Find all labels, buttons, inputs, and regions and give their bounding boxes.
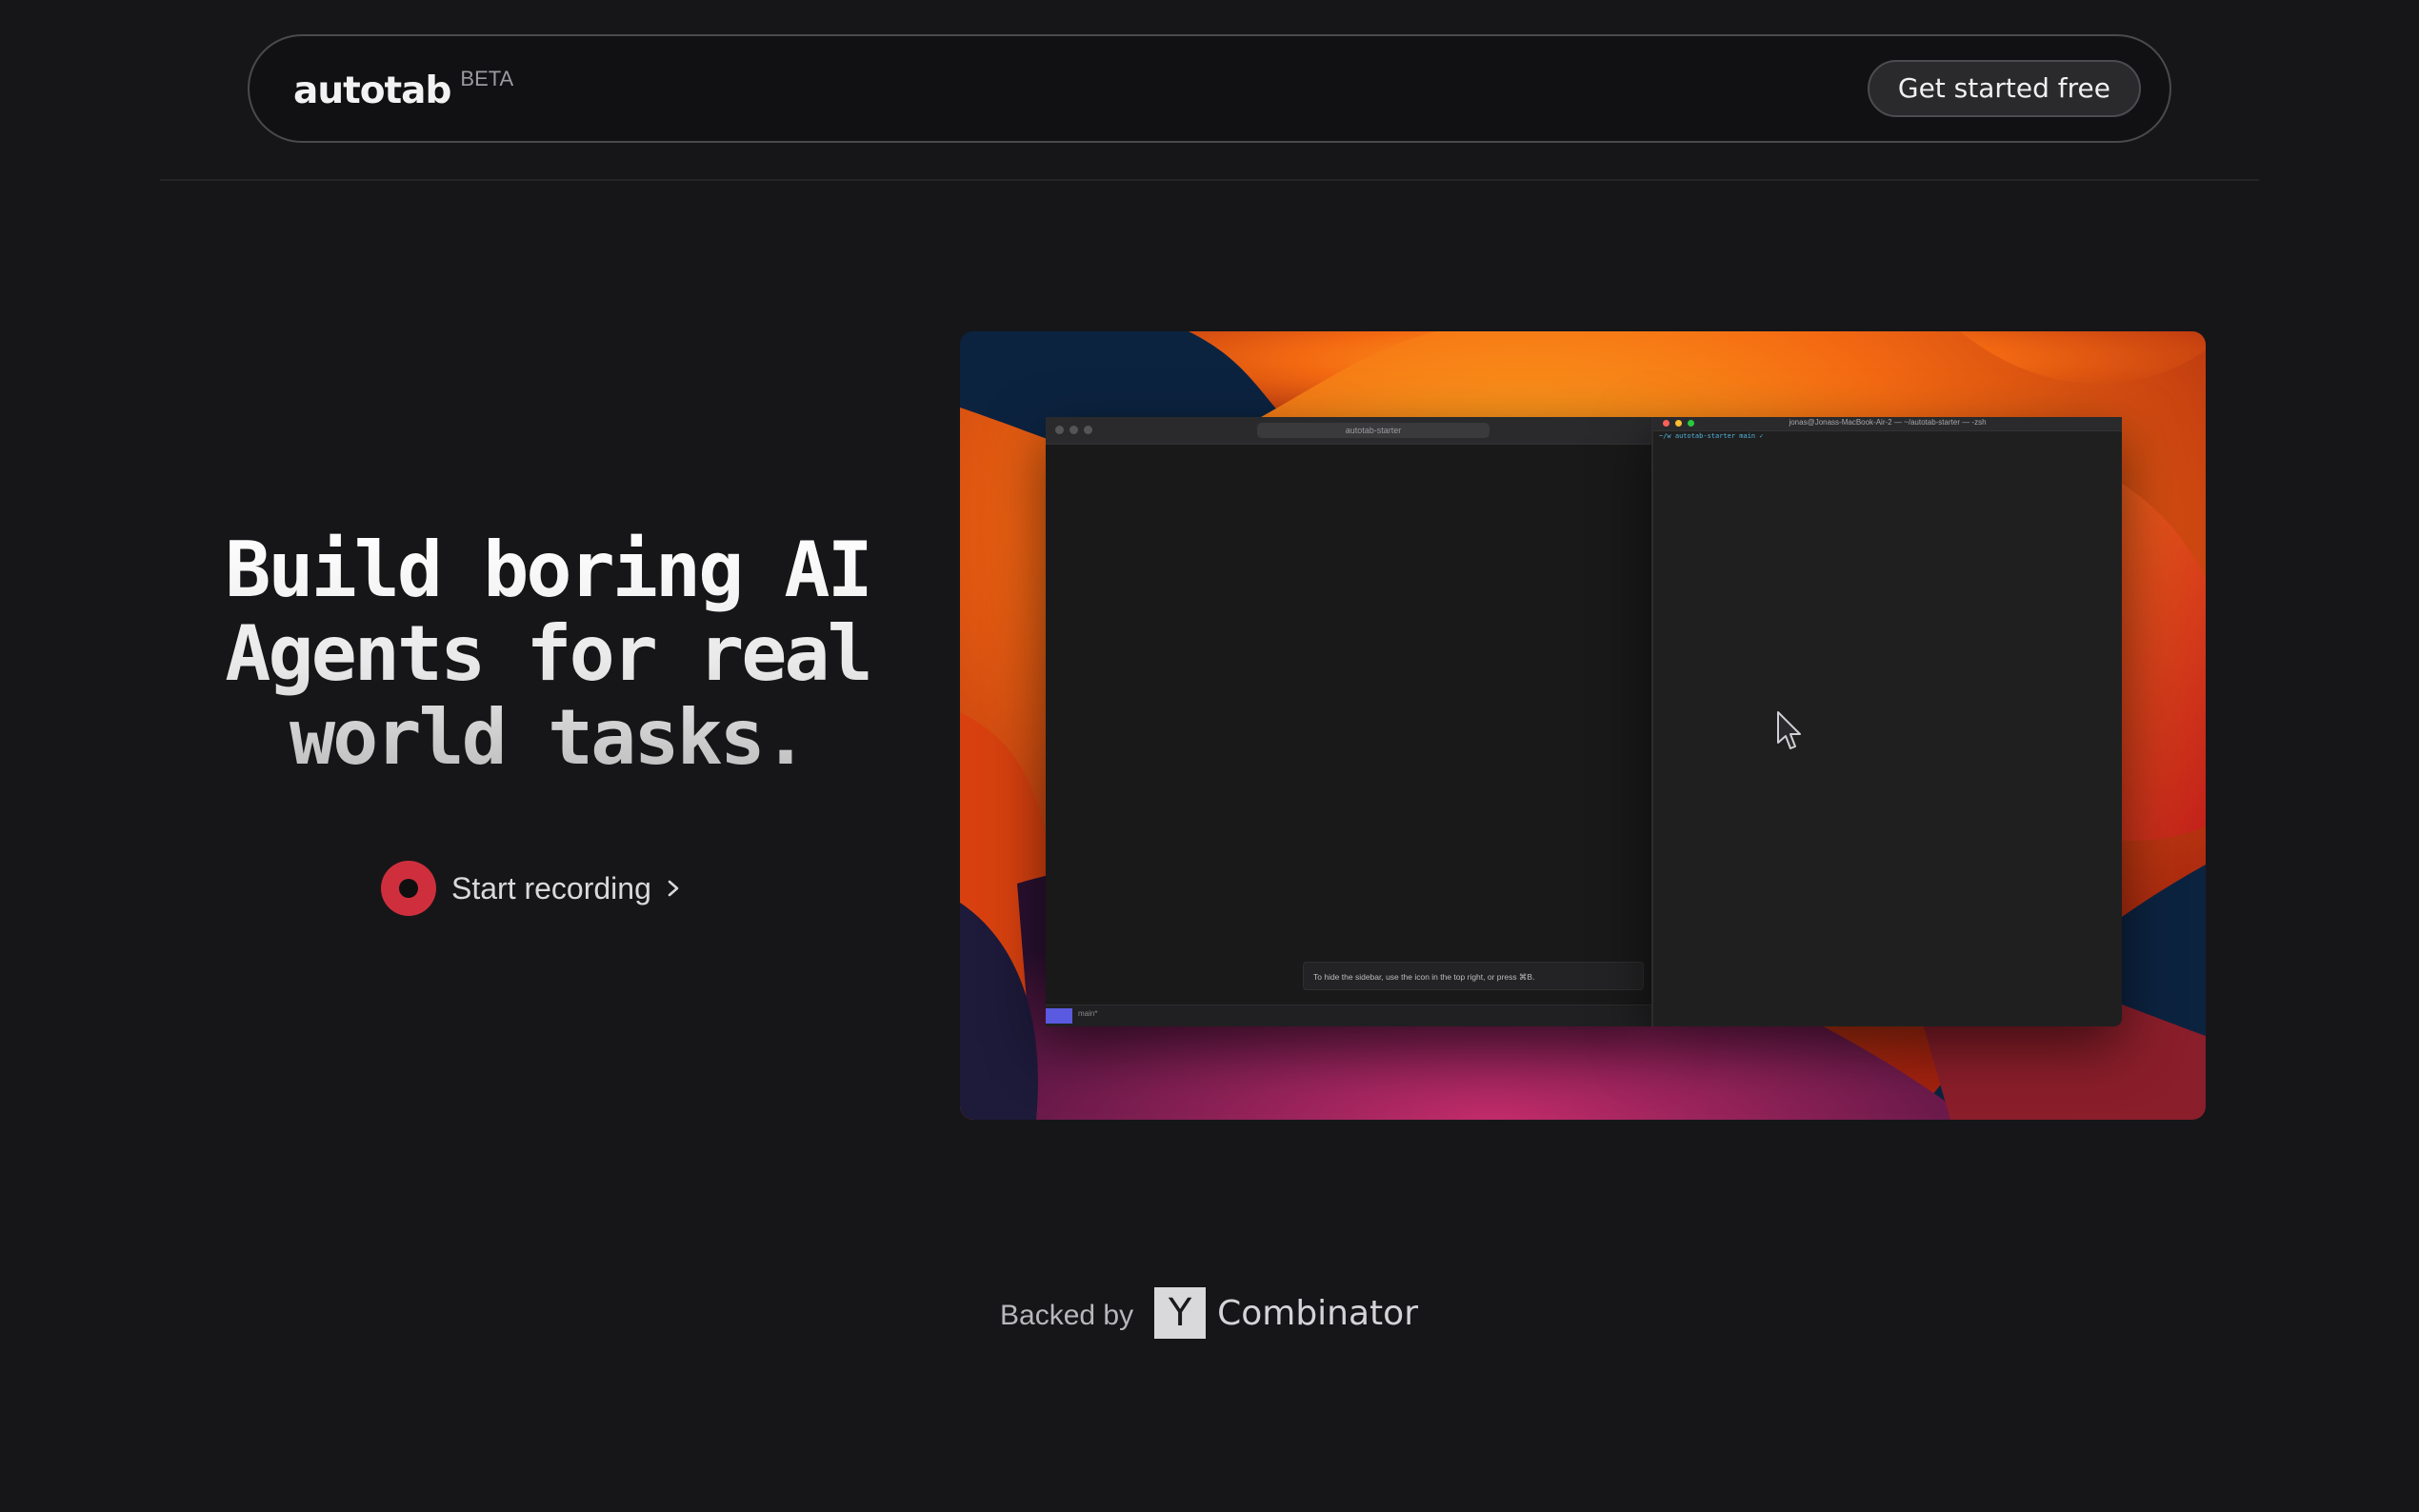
hero-headline-line-3: world tasks. <box>290 693 806 782</box>
y-combinator-name: Combinator <box>1217 1293 1418 1333</box>
editor-statusbar: main* <box>1046 1005 1651 1026</box>
remote-indicator[interactable] <box>1046 1008 1072 1024</box>
maximize-icon[interactable] <box>1084 426 1092 434</box>
close-icon[interactable] <box>1055 426 1064 434</box>
start-recording-label: Start recording <box>451 870 651 905</box>
chevron-right-icon <box>668 880 679 897</box>
landing-page: autotab BETA Get started free Build bori… <box>0 0 2419 1512</box>
git-branch-label[interactable]: main* <box>1078 1009 1097 1018</box>
header-divider <box>160 179 2259 181</box>
terminal-titlebar: jonas@Jonass-MacBook-Air-2 — ~/autotab-s… <box>1653 417 2122 431</box>
backed-by-section: Backed by Y Combinator <box>1000 1287 1418 1339</box>
window-controls <box>1055 426 1092 434</box>
hero-headline-line-2: Agents for real <box>225 609 870 698</box>
backed-by-label: Backed by <box>1000 1300 1134 1331</box>
hero-headline-line-1: Build boring AI <box>225 526 870 614</box>
hero-headline: Build boring AI Agents for real world ta… <box>190 528 905 780</box>
editor-titlebar: autotab-starter <box>1046 417 1651 445</box>
editor-window: autotab-starter To hide the sidebar, use… <box>1046 417 1651 1026</box>
terminal-prompt: ~/w autotab-starter main ✓ <box>1659 432 1764 440</box>
minimize-icon[interactable] <box>1070 426 1078 434</box>
terminal-title: jonas@Jonass-MacBook-Air-2 — ~/autotab-s… <box>1789 418 1987 427</box>
terminal-window: jonas@Jonass-MacBook-Air-2 — ~/autotab-s… <box>1651 417 2122 1026</box>
record-dot-icon <box>381 861 436 916</box>
start-recording-button[interactable]: Start recording <box>381 861 682 916</box>
brand-name: autotab <box>293 70 451 112</box>
get-started-button[interactable]: Get started free <box>1867 60 2141 117</box>
demo-video-preview[interactable]: autotab-starter To hide the sidebar, use… <box>960 331 2206 1120</box>
y-combinator-logo-icon: Y <box>1154 1287 1207 1339</box>
beta-badge: BETA <box>460 67 514 90</box>
mouse-pointer-icon <box>1777 711 1801 749</box>
brand-logo[interactable]: autotab BETA <box>293 67 514 112</box>
top-nav: autotab BETA Get started free <box>248 34 2171 143</box>
sidebar-tip-toast: To hide the sidebar, use the icon in the… <box>1303 962 1644 990</box>
editor-search-bar[interactable]: autotab-starter <box>1257 423 1489 438</box>
